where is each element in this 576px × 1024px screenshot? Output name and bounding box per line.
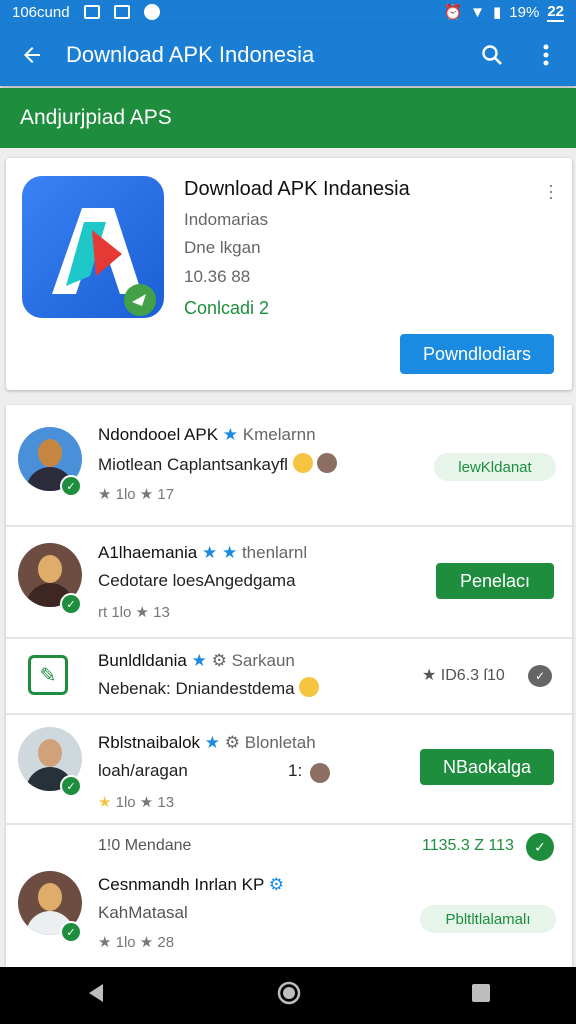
list-item-title: A1lhaemania xyxy=(98,543,198,562)
app-logo-icon xyxy=(22,176,164,318)
list-item-subtitle-line: Miotlean Caplantsankayfl xyxy=(98,453,338,475)
list-item-title: Rblstnaibalok xyxy=(98,733,201,752)
list-item-header: 1!0 Mendane xyxy=(98,837,192,854)
list-item-title-extra: Sarkaun xyxy=(231,651,295,670)
featured-title: Download APK Indanesia xyxy=(184,178,410,200)
list-item-subtitle-line: Nebenak: Dniandestdema xyxy=(98,677,320,699)
list-item-rating: ★ 1lo ★ 17 xyxy=(98,486,175,503)
alarm-icon: ⏰ xyxy=(443,4,463,21)
featured-developer: Indomarias xyxy=(184,210,269,229)
verified-badge-icon: ✓ xyxy=(60,475,82,497)
list-item-title-extra: KP xyxy=(241,875,265,894)
download-button[interactable]: Powndlodiars xyxy=(400,334,554,374)
small-avatar-icon xyxy=(317,453,338,473)
list-item[interactable]: ✓ Ndondooel APK ★ Kmelarnn Miotlean Capl… xyxy=(6,405,572,527)
section-title: Andjurjpiad APS xyxy=(20,106,172,129)
list-item-subtitle: KahMatasal xyxy=(98,903,188,922)
signal-icon: ▮ xyxy=(493,4,502,21)
battery-icon: 22 xyxy=(547,2,564,22)
section-header: Andjurjpiad APS xyxy=(0,88,576,148)
emoji-icon xyxy=(292,453,313,473)
list-item-rating: 1lo ★ 13 xyxy=(115,794,175,811)
list-item-subtitle: Cedotare loesAngedgama xyxy=(98,571,296,590)
list-item-header-stat: 1135.3 Z 113 xyxy=(422,837,514,854)
arrow-left-icon[interactable] xyxy=(10,33,54,77)
list-item-rating: ★ ID6.3 ſ10 xyxy=(422,667,505,684)
nav-recents-icon[interactable] xyxy=(471,983,491,1008)
featured-size: 10.36 88 xyxy=(184,267,251,286)
star-icon: ★ xyxy=(222,425,239,444)
nav-home-icon[interactable] xyxy=(276,980,302,1011)
featured-app-card[interactable]: Download APK Indanesia · · · Indomarias Dn… xyxy=(6,158,572,390)
emoji-icon xyxy=(299,677,320,697)
list-item-subtitle: loah/aragan xyxy=(98,761,188,780)
list-item-title: Ndondooel APK xyxy=(98,425,219,444)
verified-badge-icon: ✓ xyxy=(60,921,82,943)
list-item-subtitle-extra: 1: xyxy=(288,761,303,780)
list-item[interactable]: 1!0 Mendane 1135.3 Z 113 ✓ ✓ Cesnmandh I… xyxy=(6,825,572,967)
list-item-rating: rt 1lo ★ 13 xyxy=(98,604,170,621)
list-item-title-extra: thenlarnl xyxy=(241,543,308,562)
list-item-action-button[interactable]: Pbltltlalamalı xyxy=(420,905,556,933)
list-item-title-line: Cesnmandh Inrlan KP ⚙ xyxy=(98,875,284,895)
card-more-icon[interactable]: · · · xyxy=(548,176,554,206)
list-item-title-extra: Kmelarnn xyxy=(242,425,316,444)
list-item-subtitle: Miotlean Caplantsankayfl xyxy=(98,455,288,474)
list-item-rating: ★ 1lo ★ 28 xyxy=(98,934,175,951)
list-item-title-extra: Blonletah xyxy=(244,733,316,752)
star-icon: ★ xyxy=(98,794,112,811)
app-icon: ✎ xyxy=(28,655,68,695)
list-item-title: Cesnmandh Inrlan xyxy=(98,875,237,894)
verified-badge-icon: ✓ xyxy=(60,775,82,797)
star-icon: ★ xyxy=(191,651,207,670)
list-item-title: Bunldldania xyxy=(98,651,187,670)
list-item-subtitle: Nebenak: Dniandestdema xyxy=(98,679,295,698)
gear-icon: ⚙ xyxy=(224,733,241,752)
battery-percent: 19% xyxy=(509,3,540,21)
gear-icon: ⚙ xyxy=(211,651,227,670)
list-item-subtitle-line: loah/aragan 1: xyxy=(98,761,350,783)
search-icon[interactable] xyxy=(472,35,512,75)
notification-icon xyxy=(83,5,100,19)
list-item-action-button[interactable]: NBaokalga xyxy=(420,749,554,785)
nav-back-icon[interactable] xyxy=(85,982,107,1009)
list-item-title-line: Ndondooel APK ★ Kmelarnn xyxy=(98,425,316,445)
more-vert-icon[interactable] xyxy=(526,35,566,75)
featured-downloads: Conlcadi 2 xyxy=(184,298,270,318)
gear-icon: ⚙ xyxy=(268,875,285,894)
list-item-title-line: A1lhaemania ★ ★ thenlarnl xyxy=(98,543,307,563)
list-item[interactable]: ✓ Rblstnaibalok ★ ⚙ Blonletah loah/araga… xyxy=(6,715,572,825)
app-bar: Download APK Indonesia xyxy=(0,24,576,86)
list-item-title-line: Bunldldania ★ ⚙ Sarkaun xyxy=(98,651,295,671)
app-list: ✓ Ndondooel APK ★ Kmelarnn Miotlean Capl… xyxy=(6,405,572,967)
status-time: 106cund xyxy=(12,3,70,21)
image-icon xyxy=(113,5,130,19)
shield-icon: ✓ xyxy=(528,665,552,687)
app-notification-icon xyxy=(143,4,160,20)
verified-badge-icon: ✓ xyxy=(60,593,82,615)
list-item-action-button[interactable]: lewKldanat xyxy=(434,453,556,481)
list-item-title-line: Rblstnaibalok ★ ⚙ Blonletah xyxy=(98,733,316,753)
list-item[interactable]: ✓ A1lhaemania ★ ★ thenlarnl Cedotare loe… xyxy=(6,527,572,639)
featured-category: Dne lkgan xyxy=(184,238,261,257)
system-nav-bar xyxy=(0,967,576,1024)
wifi-icon: ▼ xyxy=(470,3,486,21)
star-icon: ★ xyxy=(204,733,221,752)
small-avatar-icon xyxy=(310,763,330,783)
list-item-rating-line: ★ 1lo ★ 13 xyxy=(98,793,174,811)
star-icon: ★ ★ xyxy=(201,543,238,562)
list-item-action-button[interactable]: Penelacı xyxy=(436,563,554,599)
status-bar: 106cund ⏰ ▼ ▮ 19% 22 xyxy=(0,0,576,24)
check-icon[interactable]: ✓ xyxy=(526,833,554,861)
page-title: Download APK Indonesia xyxy=(66,42,315,67)
list-item[interactable]: ✎ Bunldldania ★ ⚙ Sarkaun Nebenak: Dnian… xyxy=(6,639,572,715)
